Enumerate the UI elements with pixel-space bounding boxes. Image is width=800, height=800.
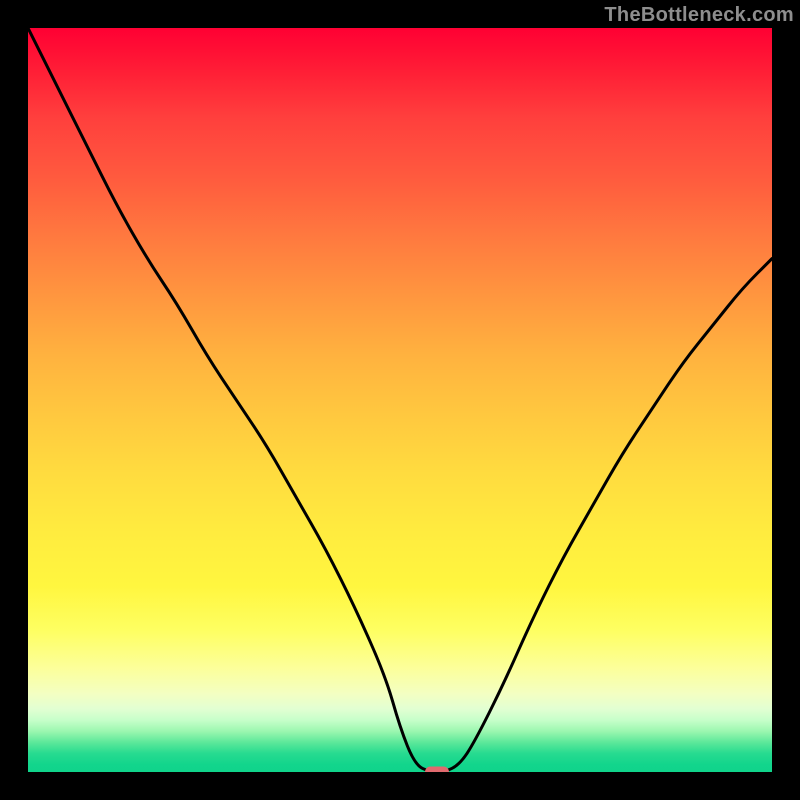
chart-stage: TheBottleneck.com bbox=[0, 0, 800, 800]
optimal-marker bbox=[425, 767, 449, 773]
watermark-label: TheBottleneck.com bbox=[604, 4, 794, 27]
bottleneck-curve bbox=[28, 28, 772, 772]
plot-area bbox=[28, 28, 772, 772]
